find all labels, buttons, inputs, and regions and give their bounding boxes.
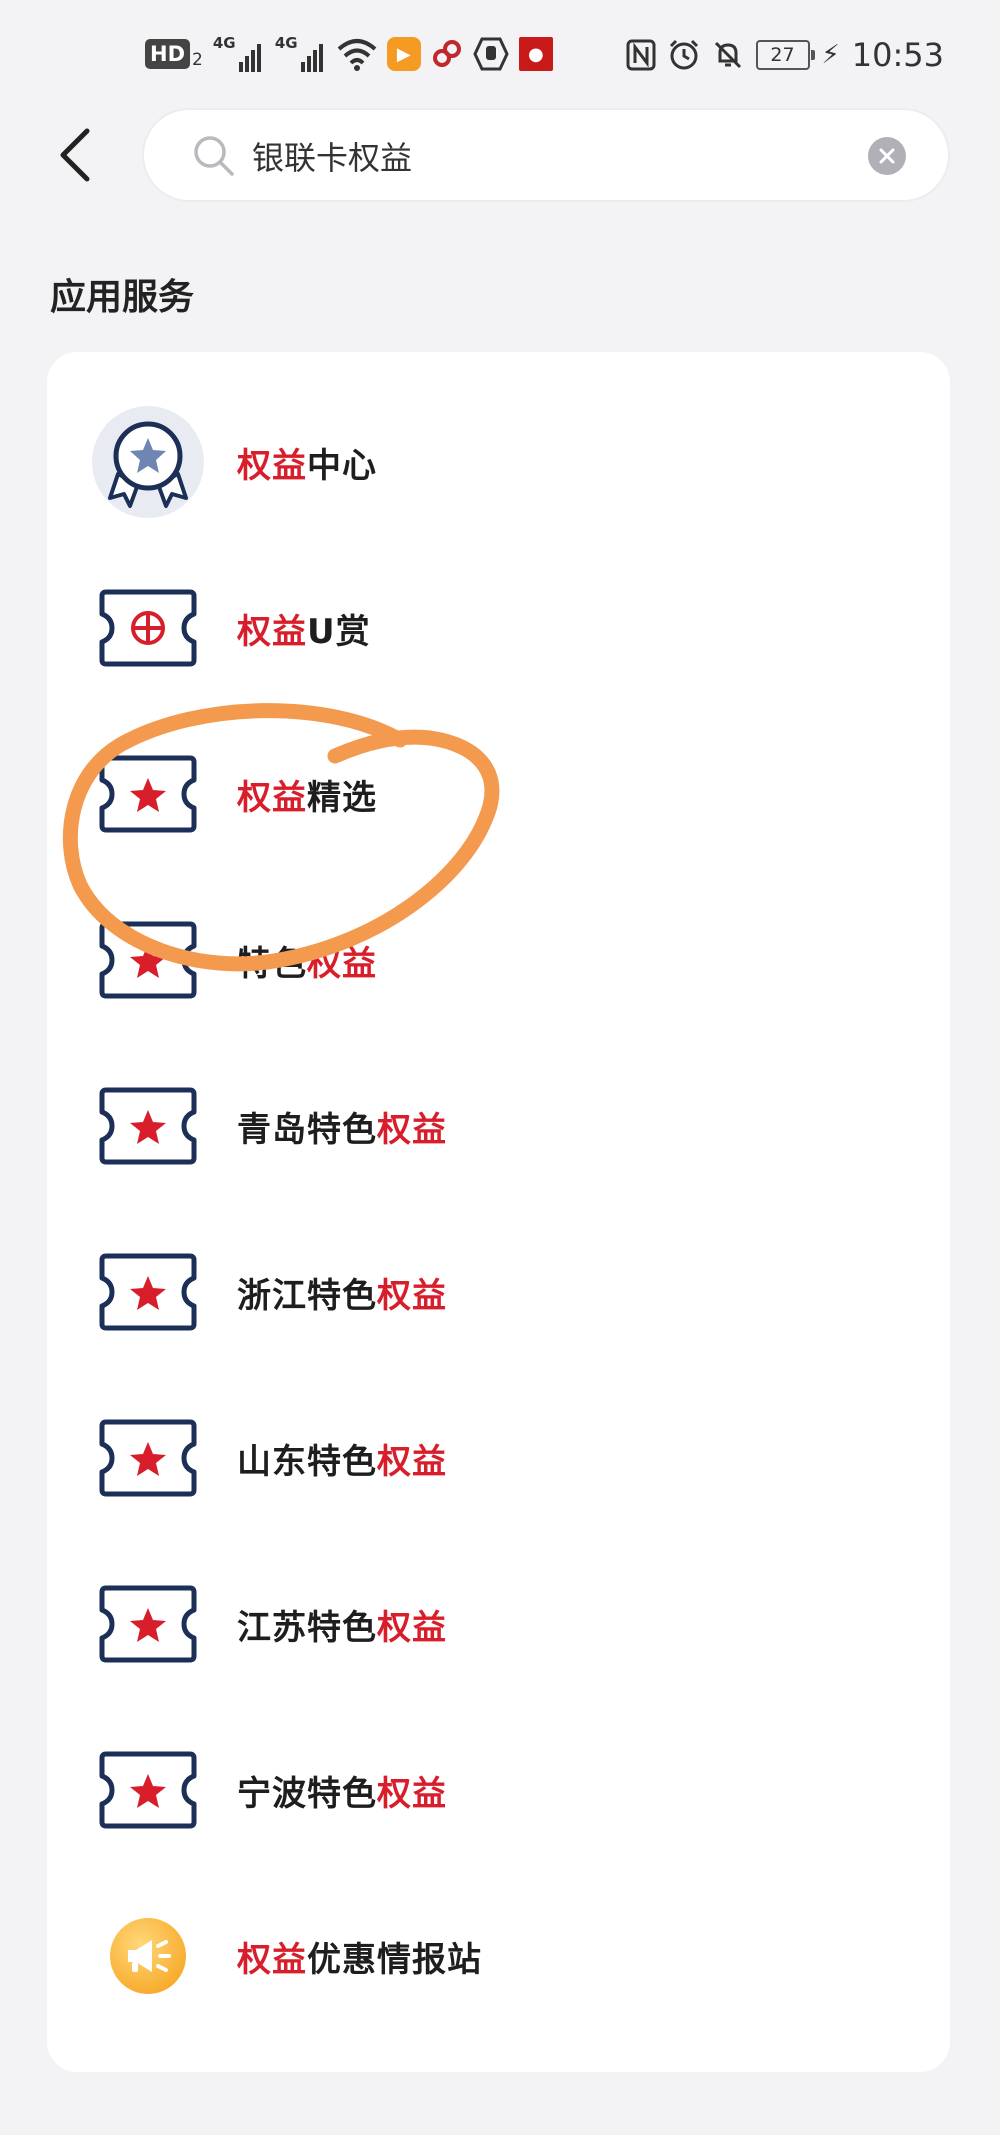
list-item[interactable]: 权益精选 [47,712,950,878]
label-text: 山东特色 [237,1442,377,1482]
nfc-icon [626,39,656,71]
label-highlight: 权益 [237,1940,307,1980]
list-item[interactable]: 山东特色权益 [47,1376,950,1542]
status-right: 27 ⚡ 10:53 [626,36,944,74]
battery-indicator: 27 [755,40,815,70]
alarm-icon [669,39,698,70]
label-text: 中心 [307,446,377,486]
item-label: 特色权益 [237,936,377,985]
signal-label: 4G [274,34,298,52]
chevron-left-icon [60,128,90,182]
hd-sub-label: 2 [192,50,203,70]
label-text: U赏 [307,612,371,652]
search-input[interactable] [252,128,852,184]
ticket-star-icon [92,1236,204,1348]
label-highlight: 权益 [237,778,307,818]
mute-bell-icon [714,41,741,69]
megaphone-icon [92,1900,204,2012]
list-item[interactable]: 权益中心 [47,380,950,546]
list-item[interactable]: 青岛特色权益 [47,1044,950,1210]
label-text: 精选 [307,778,377,818]
list-item[interactable]: 权益U赏 [47,546,950,712]
label-highlight: 权益 [307,944,377,984]
ticket-star-icon [92,1070,204,1182]
medal-star-icon [92,406,204,518]
item-label: 青岛特色权益 [237,1102,447,1151]
label-text: 浙江特色 [237,1276,377,1316]
link-app-icon [432,40,461,67]
hd-label: HD [145,39,191,69]
label-text: 特色 [237,944,307,984]
signal-icon: 4G [274,34,327,72]
ticket-star-icon [92,1402,204,1514]
label-highlight: 权益 [377,1276,447,1316]
ticket-star-icon [92,1568,204,1680]
item-label: 山东特色权益 [237,1434,447,1483]
item-label: 浙江特色权益 [237,1268,447,1317]
item-label: 宁波特色权益 [237,1766,447,1815]
ticket-star-icon [92,904,204,1016]
close-icon [879,148,895,164]
signal-label: 4G [212,34,236,52]
status-time: 10:53 [851,36,944,74]
charging-icon: ⚡ [821,40,840,70]
search-icon [194,136,234,176]
list-item[interactable]: 江苏特色权益 [47,1542,950,1708]
back-button[interactable] [55,125,115,185]
item-label: 权益优惠情报站 [237,1932,482,1981]
label-highlight: 权益 [237,446,307,486]
hand-app-icon [473,37,509,71]
item-label: 权益U赏 [237,604,371,653]
search-box[interactable] [142,108,950,202]
hd-indicator: HD 2 [145,39,203,69]
list-item[interactable]: 浙江特色权益 [47,1210,950,1376]
label-highlight: 权益 [377,1774,447,1814]
label-highlight: 权益 [377,1608,447,1648]
item-label: 权益精选 [237,770,377,819]
ticket-star-icon [92,1734,204,1846]
label-highlight: 权益 [377,1110,447,1150]
list-item[interactable]: 权益优惠情报站 [47,1874,950,2040]
label-highlight: 权益 [237,612,307,652]
label-highlight: 权益 [377,1442,447,1482]
ticket-star-icon [92,738,204,850]
section-title: 应用服务 [50,277,195,318]
item-label: 权益中心 [237,438,377,487]
clear-search-button[interactable] [868,137,906,175]
ticket-globe-icon [92,572,204,684]
results-card: 权益中心 权益U赏 权益精选 特色权益 青岛特色权益 浙江特色权益 山东特色权益… [47,352,950,2072]
list-item[interactable]: 宁波特色权益 [47,1708,950,1874]
wifi-icon [337,39,377,71]
list-item[interactable]: 特色权益 [47,878,950,1044]
status-left: HD 2 4G 4G ▶ ● [145,34,553,72]
signal-icon: 4G [212,34,265,72]
item-label: 江苏特色权益 [237,1600,447,1649]
status-bar: HD 2 4G 4G ▶ ● 27 ⚡ 10:53 [0,0,1000,115]
record-app-icon: ● [518,37,553,71]
label-text: 优惠情报站 [307,1940,482,1980]
label-text: 宁波特色 [237,1774,377,1814]
label-text: 青岛特色 [237,1110,377,1150]
play-app-icon: ▶ [386,37,421,71]
label-text: 江苏特色 [237,1608,377,1648]
